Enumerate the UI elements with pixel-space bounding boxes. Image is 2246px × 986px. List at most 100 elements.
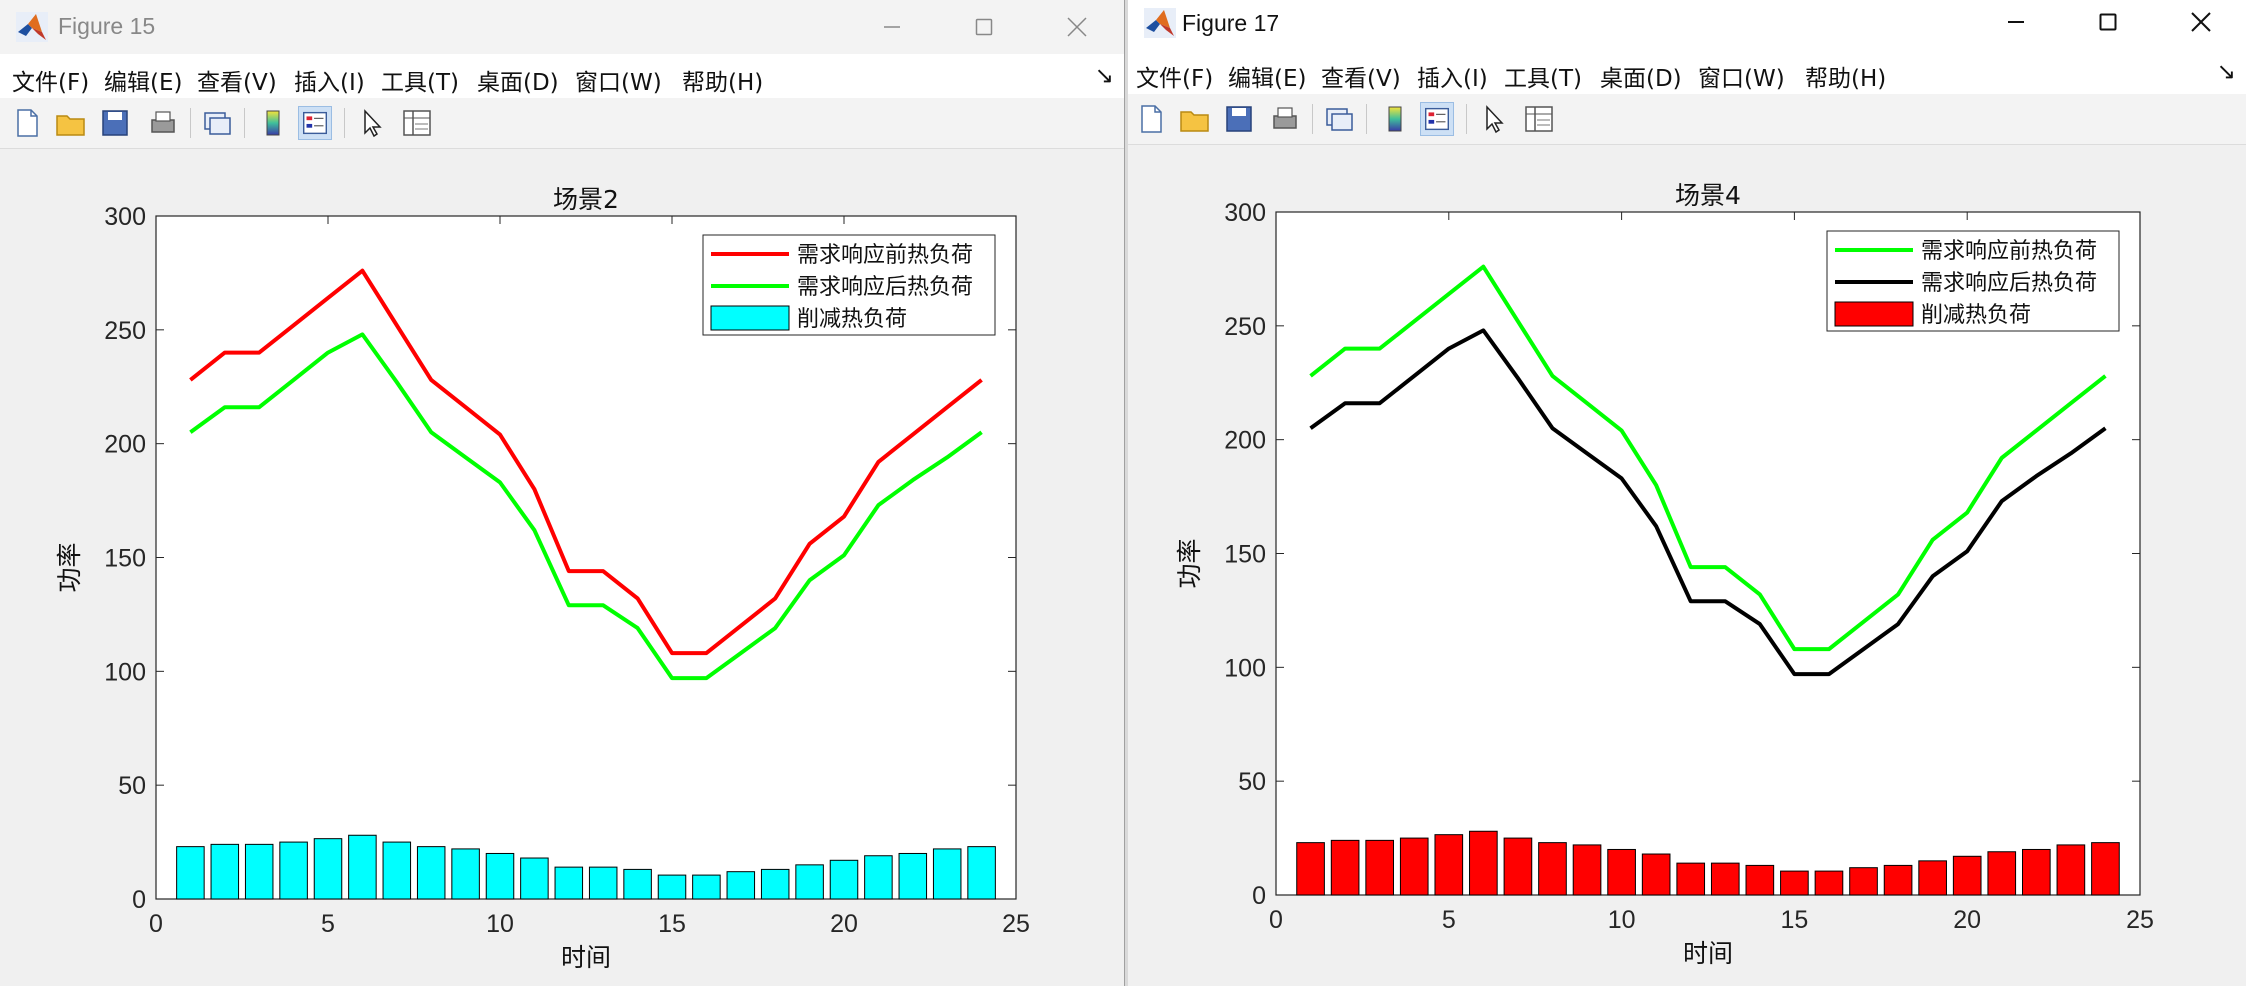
- bar: [1365, 839, 1395, 896]
- chart-title: 场景4: [1675, 181, 1741, 210]
- bar: [416, 846, 446, 900]
- maximize-icon: [2099, 13, 2117, 31]
- legend-entry: 削减热负荷: [797, 307, 907, 332]
- minimize-button[interactable]: [870, 8, 914, 46]
- bar: [588, 866, 618, 900]
- menu-insert[interactable]: 插入(I): [1417, 59, 1488, 93]
- menu-file[interactable]: 文件(F): [1136, 59, 1213, 93]
- bar: [1330, 839, 1360, 896]
- menu-desktop[interactable]: 桌面(D): [1600, 59, 1682, 93]
- menu-tools[interactable]: 工具(T): [1504, 59, 1582, 93]
- x-tick-label: 10: [1608, 906, 1636, 934]
- bar: [1572, 844, 1602, 896]
- bar: [2056, 844, 2086, 896]
- y-tick-label: 50: [118, 772, 146, 800]
- bar: [726, 871, 756, 900]
- x-tick-label: 0: [149, 910, 163, 938]
- menu-help[interactable]: 帮助(H): [682, 63, 763, 97]
- new-figure-icon[interactable]: [1134, 102, 1168, 136]
- bar: [1641, 853, 1671, 896]
- legend-entry: 需求响应后热负荷: [1921, 271, 2097, 296]
- figure-area: 0 5 10 15 20 25 0 50 100 150 200 250 300 场景4 时间 功率 需求响应前…: [1128, 145, 2246, 986]
- pointer-icon[interactable]: [354, 106, 388, 140]
- menu-window[interactable]: 窗口(W): [575, 63, 662, 97]
- dock-arrow-icon[interactable]: ↘: [1095, 63, 1114, 89]
- print-icon[interactable]: [146, 106, 180, 140]
- dock-arrow-icon[interactable]: ↘: [2217, 59, 2236, 85]
- y-tick-label: 300: [104, 203, 146, 231]
- y-tick-label: 200: [1224, 427, 1266, 455]
- bar: [382, 841, 412, 900]
- bar: [279, 841, 308, 900]
- menu-insert[interactable]: 插入(I): [294, 63, 365, 97]
- bar: [176, 846, 205, 900]
- menu-view[interactable]: 查看(V): [1321, 59, 1401, 93]
- y-tick-label: 150: [104, 545, 146, 573]
- open-file-icon[interactable]: [1178, 102, 1212, 136]
- menu-bar: 文件(F) 编辑(E) 查看(V) 插入(I) 工具(T) 桌面(D) 窗口(W…: [0, 54, 1124, 98]
- chart-scene-4: 0 5 10 15 20 25050100150200250300场景4时间功率需求响应前…: [1175, 181, 2154, 968]
- y-tick-label: 250: [104, 317, 146, 345]
- title-bar[interactable]: Figure 15: [0, 0, 1124, 54]
- y-tick-label: 50: [1238, 768, 1266, 796]
- open-file-icon[interactable]: [54, 106, 88, 140]
- figure-window-2[interactable]: Figure 17 文件(F) 编辑(E) 查看(V) 插入(I) 工具(T) …: [1128, 0, 2246, 986]
- menu-tools[interactable]: 工具(T): [381, 63, 459, 97]
- save-icon[interactable]: [98, 106, 132, 140]
- bar: [864, 855, 893, 900]
- toolbar: [1128, 94, 2246, 145]
- bar: [244, 843, 274, 900]
- menu-help[interactable]: 帮助(H): [1805, 59, 1886, 93]
- bar: [1814, 870, 1844, 896]
- minimize-button[interactable]: [1994, 3, 2038, 41]
- menu-desktop[interactable]: 桌面(D): [477, 63, 559, 97]
- x-tick-label: 25: [2126, 906, 2154, 934]
- x-tick-label: 10: [486, 910, 514, 938]
- bar: [692, 874, 721, 900]
- chart-scene-2: 0 5 10 15 20 25050100150200250300场景2时间功率需求响应前…: [55, 185, 1030, 972]
- title-bar[interactable]: Figure 17: [1128, 0, 2246, 54]
- bar: [1399, 837, 1429, 896]
- y-tick-label: 250: [1224, 313, 1266, 341]
- figure-window-1[interactable]: Figure 15 文件(F) 编辑(E) 查看(V) 插入(I) 工具(T) …: [0, 0, 1125, 986]
- link-plot-icon[interactable]: [1322, 102, 1356, 136]
- legend-icon[interactable]: [1420, 102, 1454, 136]
- window-title: Figure 17: [1182, 10, 1280, 36]
- minimize-icon: [2008, 21, 2024, 23]
- legend-icon[interactable]: [298, 106, 332, 140]
- new-figure-icon[interactable]: [10, 106, 44, 140]
- maximize-icon: [975, 18, 993, 36]
- legend-entry: 削减热负荷: [1921, 303, 2031, 328]
- pointer-icon[interactable]: [1476, 102, 1510, 136]
- bar: [2091, 842, 2120, 896]
- print-icon[interactable]: [1268, 102, 1302, 136]
- bar: [795, 864, 824, 900]
- close-icon: [1067, 17, 1087, 37]
- menu-edit[interactable]: 编辑(E): [104, 63, 182, 97]
- colorbar-icon[interactable]: [256, 106, 290, 140]
- y-tick-label: 300: [1224, 199, 1266, 227]
- x-tick-label: 25: [1002, 910, 1030, 938]
- menu-window[interactable]: 窗口(W): [1698, 59, 1785, 93]
- y-tick-label: 100: [104, 658, 146, 686]
- close-button[interactable]: [1055, 8, 1099, 46]
- property-editor-icon[interactable]: [400, 106, 434, 140]
- chart-title: 场景2: [553, 185, 619, 214]
- menu-file[interactable]: 文件(F): [12, 63, 89, 97]
- link-plot-icon[interactable]: [200, 106, 234, 140]
- figure-area: 0 5 10 15 20 25 0 50 100 150 200 250 300 场景2 时间 功率 需求响应前…: [0, 149, 1124, 986]
- x-tick-label: 5: [321, 910, 335, 938]
- menu-view[interactable]: 查看(V): [197, 63, 277, 97]
- bar: [623, 868, 652, 900]
- save-icon[interactable]: [1222, 102, 1256, 136]
- maximize-button[interactable]: [2086, 3, 2130, 41]
- bar: [1469, 830, 1498, 896]
- colorbar-icon[interactable]: [1378, 102, 1412, 136]
- legend-swatch: [710, 305, 790, 331]
- menu-edit[interactable]: 编辑(E): [1228, 59, 1306, 93]
- bar: [1296, 842, 1325, 896]
- maximize-button[interactable]: [962, 8, 1006, 46]
- bar: [485, 852, 515, 900]
- property-editor-icon[interactable]: [1522, 102, 1556, 136]
- close-button[interactable]: [2179, 3, 2223, 41]
